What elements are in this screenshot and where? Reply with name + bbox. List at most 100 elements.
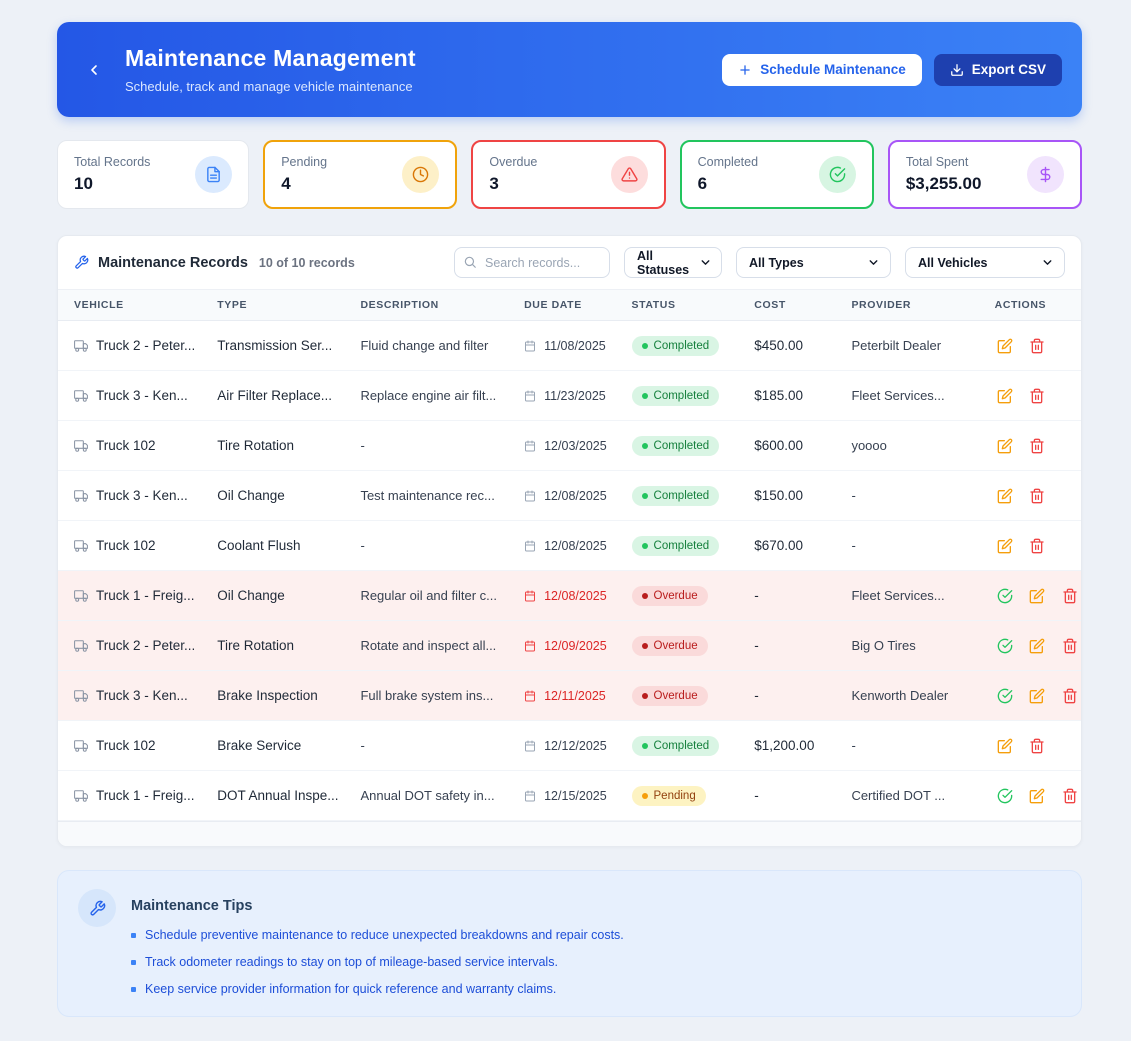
due-date-cell: 11/08/2025 <box>508 321 615 371</box>
tips-title: Maintenance Tips <box>131 898 624 914</box>
complete-button[interactable] <box>995 586 1015 606</box>
chevron-down-icon <box>1041 256 1054 269</box>
due-date: 12/08/2025 <box>544 539 607 553</box>
column-header-provider: PROVIDER <box>835 290 978 321</box>
due-date: 12/08/2025 <box>544 489 607 503</box>
maintenance-description: Rotate and inspect all... <box>344 621 508 671</box>
file-icon <box>195 156 232 193</box>
tip-text: Track odometer readings to stay on top o… <box>145 955 558 969</box>
status-label: Overdue <box>654 590 698 602</box>
tip-item: Keep service provider information for qu… <box>131 982 624 996</box>
edit-button[interactable] <box>1027 786 1047 806</box>
schedule-button-label: Schedule Maintenance <box>760 62 906 77</box>
due-date-cell: 12/09/2025 <box>508 621 615 671</box>
records-title: Maintenance Records <box>98 255 248 271</box>
tip-item: Track odometer readings to stay on top o… <box>131 955 624 969</box>
edit-button[interactable] <box>995 536 1015 556</box>
column-header-actions: ACTIONS <box>979 290 1081 321</box>
chevron-down-icon <box>867 256 880 269</box>
records-count: 10 of 10 records <box>259 256 355 270</box>
edit-button[interactable] <box>995 736 1015 756</box>
edit-button[interactable] <box>1027 686 1047 706</box>
stat-label: Completed <box>698 155 758 169</box>
stat-card-overdue: Overdue 3 <box>471 140 665 209</box>
stat-card-total-spent: Total Spent $3,255.00 <box>888 140 1082 209</box>
stats-row: Total Records 10 Pending 4 Overdue 3 Com… <box>57 140 1082 209</box>
complete-button[interactable] <box>995 636 1015 656</box>
delete-button[interactable] <box>1060 586 1080 606</box>
type-filter-select[interactable]: All Types <box>736 247 891 278</box>
stat-label: Overdue <box>489 155 537 169</box>
delete-button[interactable] <box>1027 536 1047 556</box>
cost-value: $185.00 <box>738 371 835 421</box>
status-dot-icon <box>642 443 648 449</box>
maintenance-description: Annual DOT safety in... <box>344 771 508 821</box>
status-badge: Completed <box>632 486 720 506</box>
stat-label: Total Records <box>74 155 150 169</box>
calendar-icon <box>524 640 536 652</box>
calendar-icon <box>524 390 536 402</box>
delete-button[interactable] <box>1027 736 1047 756</box>
delete-button[interactable] <box>1060 636 1080 656</box>
edit-button[interactable] <box>995 386 1015 406</box>
maintenance-description: - <box>344 521 508 571</box>
vehicle-filter-select[interactable]: All Vehicles <box>905 247 1065 278</box>
table-footer <box>58 821 1081 846</box>
tip-item: Schedule preventive maintenance to reduc… <box>131 928 624 942</box>
maintenance-type: Brake Service <box>201 721 344 771</box>
chevron-down-icon <box>699 256 712 269</box>
status-badge: Completed <box>632 386 720 406</box>
maintenance-type: Oil Change <box>201 571 344 621</box>
table-row: Truck 2 - Peter... Tire Rotation Rotate … <box>58 621 1081 671</box>
column-header-cost: COST <box>738 290 835 321</box>
status-badge: Pending <box>632 786 706 806</box>
maintenance-type: Air Filter Replace... <box>201 371 344 421</box>
delete-button[interactable] <box>1027 336 1047 356</box>
search-box <box>454 247 610 278</box>
tip-text: Schedule preventive maintenance to reduc… <box>145 928 624 942</box>
cost-value: $670.00 <box>738 521 835 571</box>
vehicle-name: Truck 2 - Peter... <box>96 638 195 653</box>
search-input[interactable] <box>454 247 610 278</box>
status-dot-icon <box>642 543 648 549</box>
alert-triangle-icon <box>611 156 648 193</box>
provider-name: Kenworth Dealer <box>835 671 978 721</box>
calendar-icon <box>524 440 536 452</box>
delete-button[interactable] <box>1060 786 1080 806</box>
due-date-cell: 12/11/2025 <box>508 671 615 721</box>
delete-button[interactable] <box>1027 386 1047 406</box>
records-table: VEHICLE TYPE DESCRIPTION DUE DATE STATUS… <box>58 289 1081 821</box>
delete-button[interactable] <box>1027 436 1047 456</box>
stat-value: 4 <box>281 174 327 194</box>
complete-button[interactable] <box>995 686 1015 706</box>
edit-button[interactable] <box>995 436 1015 456</box>
wrench-icon <box>78 889 116 927</box>
due-date: 12/03/2025 <box>544 439 607 453</box>
status-filter-select[interactable]: All Statuses <box>624 247 722 278</box>
search-icon <box>463 255 477 274</box>
column-header-type: TYPE <box>201 290 344 321</box>
edit-button[interactable] <box>1027 586 1047 606</box>
table-row: Truck 3 - Ken... Air Filter Replace... R… <box>58 371 1081 421</box>
export-csv-button[interactable]: Export CSV <box>934 54 1062 86</box>
delete-button[interactable] <box>1027 486 1047 506</box>
edit-button[interactable] <box>995 336 1015 356</box>
check-circle-icon <box>819 156 856 193</box>
vehicle-name: Truck 3 - Ken... <box>96 388 188 403</box>
delete-button[interactable] <box>1060 686 1080 706</box>
export-button-label: Export CSV <box>972 62 1046 77</box>
truck-icon <box>74 639 88 653</box>
vehicle-name: Truck 3 - Ken... <box>96 488 188 503</box>
calendar-icon <box>524 540 536 552</box>
due-date-cell: 12/08/2025 <box>508 471 615 521</box>
edit-button[interactable] <box>995 486 1015 506</box>
tip-text: Keep service provider information for qu… <box>145 982 556 996</box>
edit-button[interactable] <box>1027 636 1047 656</box>
complete-button[interactable] <box>995 786 1015 806</box>
table-row: Truck 3 - Ken... Oil Change Test mainten… <box>58 471 1081 521</box>
schedule-maintenance-button[interactable]: Schedule Maintenance <box>722 54 922 86</box>
page: Maintenance Management Schedule, track a… <box>0 0 1131 1041</box>
stat-label: Pending <box>281 155 327 169</box>
column-header-status: STATUS <box>616 290 739 321</box>
back-button[interactable] <box>79 55 109 85</box>
